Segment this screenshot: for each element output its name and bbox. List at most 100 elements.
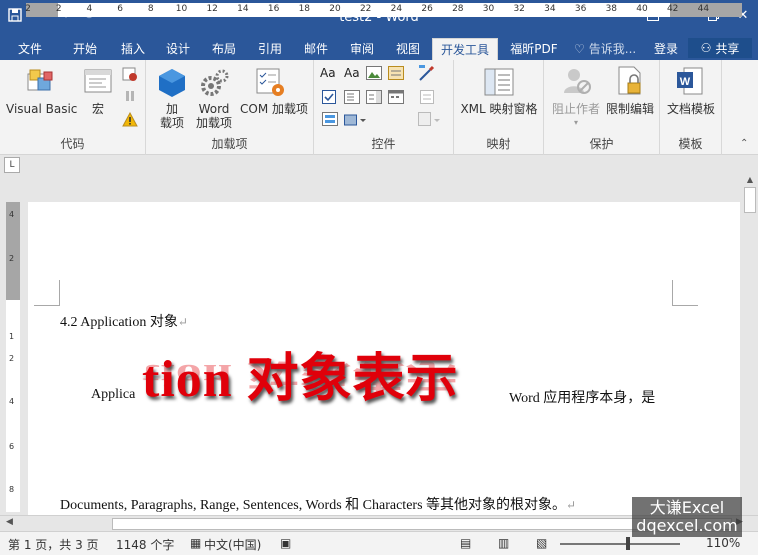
addins-label-1[interactable]: 加 — [154, 102, 190, 116]
block-authors-icon — [562, 66, 592, 99]
tab-developer[interactable]: 开发工具 — [432, 38, 498, 60]
dropdown-list-control-icon[interactable] — [366, 90, 382, 107]
date-picker-control-icon[interactable] — [388, 90, 404, 107]
visual-basic-icon[interactable] — [26, 68, 56, 99]
ribbon: Visual Basic 宏 代码 加 载项 Word 加载项 COM 加载项 — [0, 60, 758, 155]
collapse-ribbon-icon[interactable]: ⌃ — [740, 138, 748, 149]
ruler-tick-label: 16 — [267, 4, 280, 14]
ruler-tick-label: 26 — [421, 4, 433, 14]
group-control-icon — [418, 112, 440, 129]
login-link[interactable]: 登录 — [648, 38, 684, 60]
horizontal-ruler[interactable]: 2 2 4 6 8 10 12 14 16 18 20 22 24 26 28 30 32 34 36 38 40 42 4… — [25, 3, 742, 17]
word-addins-label-2[interactable]: 加载项 — [194, 116, 234, 130]
macro-security-icon[interactable] — [122, 111, 138, 131]
web-layout-icon[interactable]: ▧ — [536, 536, 547, 550]
cursor-paragraph-mark: ↵ — [566, 498, 577, 512]
tab-foxit-pdf[interactable]: 福昕PDF — [502, 38, 566, 60]
zoom-slider[interactable] — [560, 543, 680, 545]
building-block-control-icon[interactable] — [388, 66, 404, 83]
tab-mailings[interactable]: 邮件 — [294, 38, 338, 60]
paragraph-mark-icon: ↵ — [177, 315, 188, 329]
addins-store-icon[interactable] — [158, 68, 186, 101]
restrict-editing-label[interactable]: 限制编辑 — [602, 102, 658, 116]
ruler-tick-label: 36 — [574, 4, 587, 14]
vruler-tick-label: 1 — [9, 332, 15, 341]
group-label-code: 代码 — [60, 137, 85, 151]
zoom-level[interactable]: 110% — [706, 536, 740, 550]
checkbox-control-icon[interactable] — [322, 90, 336, 107]
share-button[interactable]: ⚇ 共享 — [688, 38, 752, 58]
macro-label[interactable]: 宏 — [84, 102, 112, 116]
read-mode-icon[interactable]: ▤ — [460, 536, 471, 550]
design-mode-icon[interactable] — [418, 64, 436, 85]
visual-basic-label[interactable]: Visual Basic — [6, 102, 77, 116]
vruler-tick-label: 2 — [9, 254, 15, 263]
print-layout-icon[interactable]: ▥ — [498, 536, 509, 550]
vruler-tick-label: 8 — [9, 485, 15, 494]
ruler-tick-label: 6 — [117, 4, 123, 14]
document-template-icon[interactable]: W — [676, 66, 704, 99]
ruler-tick-label: 2 — [55, 4, 62, 14]
pause-recording-icon — [122, 88, 138, 107]
group-label-mapping: 映射 — [486, 137, 511, 151]
ruler-tick-label: 12 — [206, 4, 218, 14]
com-addins-icon[interactable] — [256, 68, 286, 101]
zoom-slider-thumb[interactable] — [626, 537, 630, 550]
rich-text-control-icon[interactable]: Aa — [320, 66, 336, 80]
group-templates: W 文档模板 模板 — [660, 60, 722, 155]
restrict-editing-icon[interactable] — [618, 66, 644, 99]
proofing-icon[interactable]: ▦ — [190, 536, 201, 550]
group-mapping: XML 映射窗格 映射 — [454, 60, 544, 155]
macro-icon[interactable] — [84, 68, 112, 99]
word-count[interactable]: 1148 个字 — [116, 536, 174, 553]
ruler-tick-label: 22 — [359, 4, 372, 14]
watermark: 大谦Excel dqexcel.com — [632, 497, 742, 537]
tab-layout[interactable]: 布局 — [202, 38, 246, 60]
vertical-scroll-thumb[interactable] — [744, 187, 756, 213]
ruler-tick-label: 40 — [636, 4, 648, 14]
tab-review[interactable]: 审阅 — [340, 38, 384, 60]
tell-me-box[interactable]: ♡ 告诉我... — [574, 38, 636, 60]
tab-insert[interactable]: 插入 — [110, 38, 156, 60]
tab-home[interactable]: 开始 — [62, 38, 108, 60]
ruler-tick-label: 18 — [298, 4, 311, 14]
page-count[interactable]: 第 1 页，共 3 页 — [8, 536, 99, 553]
picture-control-icon[interactable] — [366, 66, 382, 83]
vertical-scrollbar[interactable]: ▲ — [742, 175, 758, 515]
block-authors-label: 阻止作者 — [551, 102, 600, 116]
plain-text-control-icon[interactable]: Aa — [344, 66, 360, 80]
lightbulb-icon: ♡ — [574, 42, 585, 56]
word-addins-label-1[interactable]: Word — [194, 102, 234, 116]
com-addins-label[interactable]: COM 加载项 — [238, 102, 310, 116]
scroll-up-arrow-icon[interactable]: ▲ — [742, 175, 758, 187]
addins-label-2[interactable]: 载项 — [154, 116, 190, 130]
document-template-label[interactable]: 文档模板 — [662, 102, 720, 116]
tab-view[interactable]: 视图 — [386, 38, 430, 60]
xml-mapping-pane-icon[interactable] — [484, 68, 514, 101]
block-authors-dropdown-icon: ▾ — [573, 118, 578, 127]
doc-line3[interactable]: Documents, Paragraphs, Range, Sentences,… — [60, 494, 576, 514]
word-addins-icon[interactable] — [200, 68, 230, 101]
macro-recording-icon[interactable]: ▣ — [280, 536, 291, 550]
legacy-tools-icon[interactable] — [344, 112, 366, 129]
tab-design[interactable]: 设计 — [156, 38, 200, 60]
tab-selector[interactable]: L — [4, 157, 20, 173]
tab-file[interactable]: 文件 — [8, 38, 52, 60]
doc-line2-left[interactable]: Applica — [91, 387, 135, 403]
xml-mapping-pane-label[interactable]: XML 映射窗格 — [456, 102, 542, 116]
vertical-ruler[interactable]: 4 2 1 2 4 6 8 — [6, 202, 20, 512]
crop-mark-left — [34, 280, 60, 306]
language[interactable]: 中文(中国) — [204, 536, 261, 553]
combo-box-control-icon[interactable] — [344, 90, 360, 107]
repeating-section-control-icon[interactable] — [322, 112, 338, 129]
doc-heading[interactable]: 4.2 Application 对象↵ — [60, 311, 188, 331]
tell-me-text: 告诉我... — [588, 42, 637, 56]
tab-references[interactable]: 引用 — [248, 38, 292, 60]
group-protect: 阻止作者 ▾ 限制编辑 保护 — [544, 60, 660, 155]
wordart-text[interactable]: tion 对象表示 — [142, 348, 459, 412]
ruler-tick-label: 14 — [237, 4, 249, 14]
doc-line2-right[interactable]: Word 应用程序本身，是 — [509, 387, 655, 407]
record-macro-icon[interactable] — [122, 66, 138, 85]
ruler-tick-label: 44 — [697, 4, 710, 14]
scroll-left-arrow-icon[interactable]: ◀ — [6, 517, 13, 527]
